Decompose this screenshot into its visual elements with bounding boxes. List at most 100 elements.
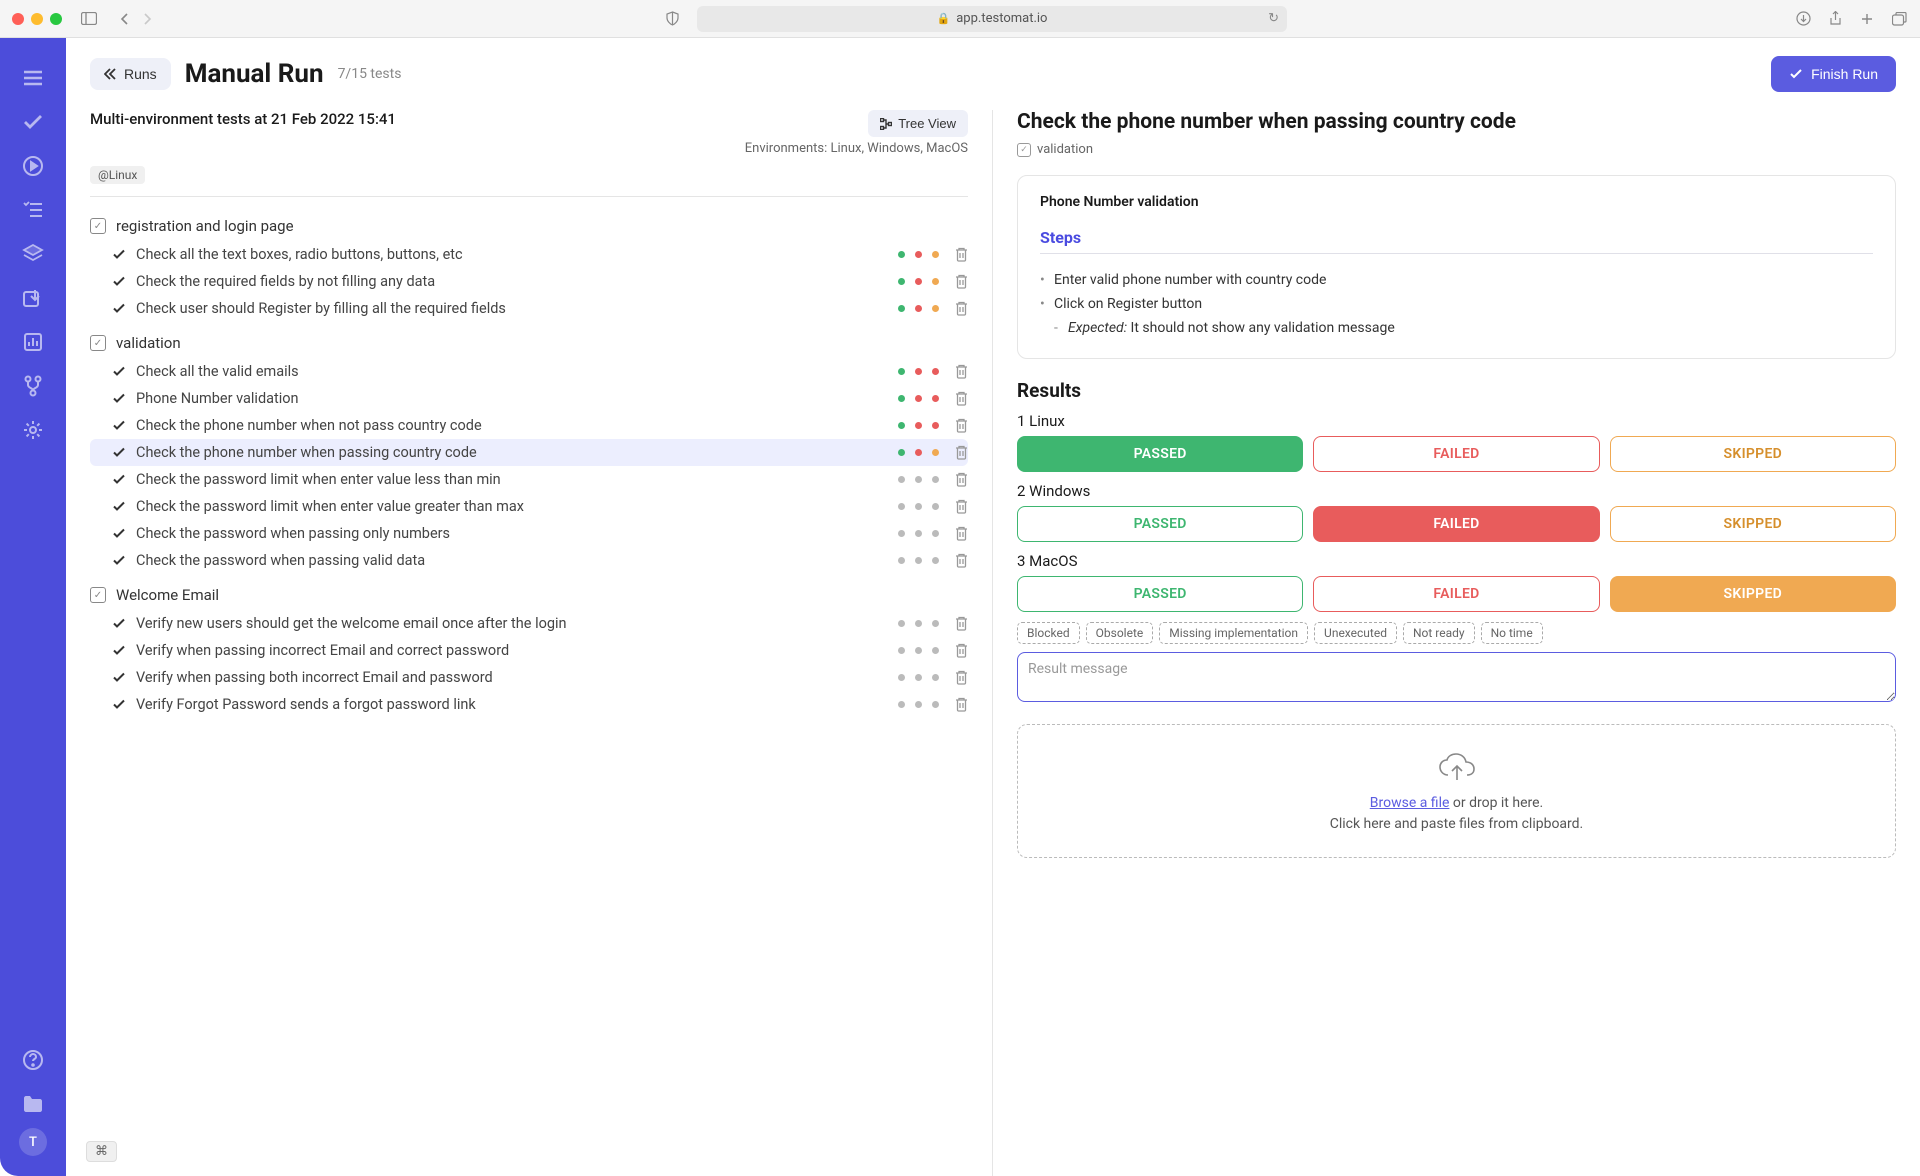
shield-icon[interactable]: [663, 10, 681, 28]
failed-button[interactable]: FAILED: [1313, 436, 1599, 472]
reason-tags: Blocked ObsoleteMissing implementation Une…: [1017, 622, 1896, 644]
runs-back-button[interactable]: Runs: [90, 58, 171, 90]
download-icon[interactable]: [1794, 10, 1812, 28]
sidebar-checklist-icon[interactable]: [13, 190, 53, 230]
trash-icon[interactable]: [955, 526, 968, 541]
reason-tag[interactable]: Unexecuted: [1314, 622, 1397, 644]
check-icon: [112, 276, 126, 287]
test-row[interactable]: Verify when passing incorrect Email and …: [90, 637, 968, 664]
suite-header[interactable]: Welcome Email: [90, 580, 968, 610]
new-tab-icon[interactable]: [1858, 10, 1876, 28]
suite-header[interactable]: validation: [90, 328, 968, 358]
sidebar-import-icon[interactable]: [13, 278, 53, 318]
url-bar[interactable]: 🔒 app.testomat.io ↻: [697, 6, 1287, 32]
tree-view-button[interactable]: Tree View: [868, 110, 968, 137]
sidebar-layers-icon[interactable]: [13, 234, 53, 274]
sidebar-folder-icon[interactable]: [13, 1084, 53, 1124]
suite-name: registration and login page: [116, 217, 294, 235]
test-row[interactable]: Phone Number validation: [90, 385, 968, 412]
trash-icon[interactable]: [955, 499, 968, 514]
passed-button[interactable]: PASSED: [1017, 506, 1303, 542]
finish-run-button[interactable]: Finish Run: [1771, 56, 1896, 92]
reason-tag[interactable]: Missing implementation: [1159, 622, 1308, 644]
env-label: 3 MacOS: [1017, 552, 1896, 570]
maximize-window-icon[interactable]: [50, 13, 62, 25]
keyboard-shortcut-hint[interactable]: ⌘: [86, 1141, 117, 1162]
failed-button[interactable]: FAILED: [1313, 576, 1599, 612]
sidebar-check-icon[interactable]: [13, 102, 53, 142]
failed-button[interactable]: FAILED: [1313, 506, 1599, 542]
result-message-input[interactable]: [1017, 652, 1896, 702]
test-name: Check the password limit when enter valu…: [136, 498, 888, 515]
check-icon: [112, 249, 126, 260]
suite: Welcome EmailVerify new users should get…: [90, 580, 968, 718]
user-avatar[interactable]: T: [19, 1128, 47, 1156]
trash-icon[interactable]: [955, 445, 968, 460]
status-dot: [932, 530, 939, 537]
test-row[interactable]: Check the password when passing only num…: [90, 520, 968, 547]
status-dot: [898, 395, 905, 402]
back-icon[interactable]: [116, 10, 134, 28]
trash-icon[interactable]: [955, 247, 968, 262]
sidebar-branch-icon[interactable]: [13, 366, 53, 406]
status-dot: [915, 674, 922, 681]
reload-icon[interactable]: ↻: [1268, 11, 1279, 26]
sidebar-toggle-icon[interactable]: [80, 10, 98, 28]
test-row[interactable]: Check the password when passing valid da…: [90, 547, 968, 574]
sidebar-gear-icon[interactable]: [13, 410, 53, 450]
trash-icon[interactable]: [955, 418, 968, 433]
test-row[interactable]: Check the phone number when passing coun…: [90, 439, 968, 466]
passed-button[interactable]: PASSED: [1017, 436, 1303, 472]
trash-icon[interactable]: [955, 391, 968, 406]
check-icon: [112, 447, 126, 458]
status-dots: [898, 278, 939, 285]
trash-icon[interactable]: [955, 274, 968, 289]
test-row[interactable]: Check all the text boxes, radio buttons,…: [90, 241, 968, 268]
trash-icon[interactable]: [955, 301, 968, 316]
status-dots: [898, 368, 939, 375]
test-row[interactable]: Verify new users should get the welcome …: [90, 610, 968, 637]
reason-tag[interactable]: Not ready: [1403, 622, 1475, 644]
test-row[interactable]: Check user should Register by filling al…: [90, 295, 968, 322]
passed-button[interactable]: PASSED: [1017, 576, 1303, 612]
sidebar-play-icon[interactable]: [13, 146, 53, 186]
skipped-button[interactable]: SKIPPED: [1610, 436, 1896, 472]
steps-heading: Steps: [1040, 228, 1873, 254]
skipped-button[interactable]: SKIPPED: [1610, 576, 1896, 612]
sidebar-menu-icon[interactable]: [13, 58, 53, 98]
trash-icon[interactable]: [955, 697, 968, 712]
test-row[interactable]: Verify when passing both incorrect Email…: [90, 664, 968, 691]
tabs-icon[interactable]: [1890, 10, 1908, 28]
test-row[interactable]: Check the password limit when enter valu…: [90, 493, 968, 520]
breadcrumb[interactable]: validation: [1017, 142, 1896, 157]
test-row[interactable]: Verify Forgot Password sends a forgot pa…: [90, 691, 968, 718]
forward-icon[interactable]: [138, 10, 156, 28]
status-dot: [932, 278, 939, 285]
trash-icon[interactable]: [955, 670, 968, 685]
skipped-button[interactable]: SKIPPED: [1610, 506, 1896, 542]
test-row[interactable]: Check the password limit when enter valu…: [90, 466, 968, 493]
status-dot: [932, 674, 939, 681]
share-icon[interactable]: [1826, 10, 1844, 28]
trash-icon[interactable]: [955, 643, 968, 658]
status-dot: [898, 530, 905, 537]
env-tag[interactable]: @Linux: [90, 166, 145, 184]
suite-header[interactable]: registration and login page: [90, 211, 968, 241]
trash-icon[interactable]: [955, 616, 968, 631]
reason-tag[interactable]: Blocked: [1017, 622, 1080, 644]
reason-tag[interactable]: No time: [1481, 622, 1543, 644]
sidebar-help-icon[interactable]: [13, 1040, 53, 1080]
test-row[interactable]: Check all the valid emails: [90, 358, 968, 385]
test-name: Verify Forgot Password sends a forgot pa…: [136, 696, 888, 713]
test-row[interactable]: Check the phone number when not pass cou…: [90, 412, 968, 439]
trash-icon[interactable]: [955, 364, 968, 379]
minimize-window-icon[interactable]: [31, 13, 43, 25]
trash-icon[interactable]: [955, 472, 968, 487]
sidebar-chart-icon[interactable]: [13, 322, 53, 362]
trash-icon[interactable]: [955, 553, 968, 568]
reason-tag[interactable]: Obsolete: [1086, 622, 1154, 644]
test-row[interactable]: Check the required fields by not filling…: [90, 268, 968, 295]
browse-file-link[interactable]: Browse a file: [1370, 795, 1450, 811]
close-window-icon[interactable]: [12, 13, 24, 25]
file-dropzone[interactable]: Browse a file or drop it here. Click her…: [1017, 724, 1896, 858]
